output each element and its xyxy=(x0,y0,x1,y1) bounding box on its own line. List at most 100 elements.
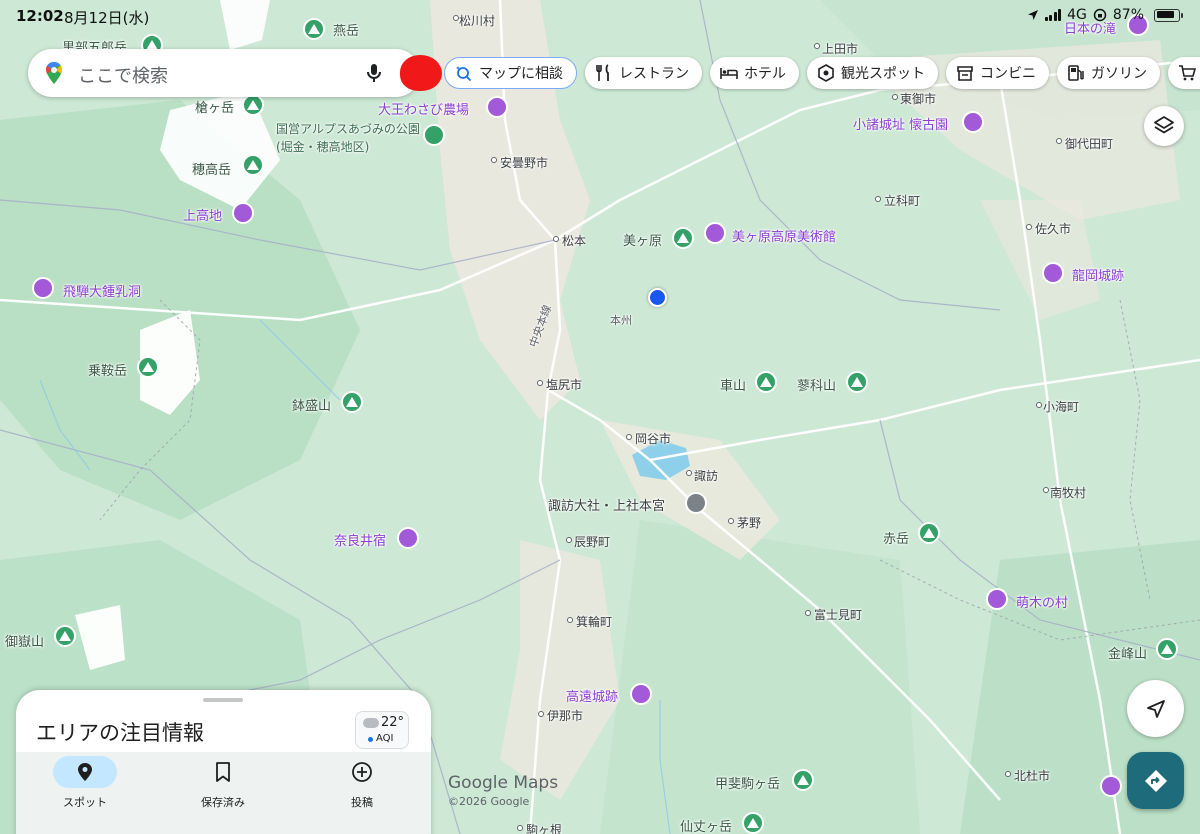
map-label-mountain[interactable]: 美ヶ原 xyxy=(623,230,662,249)
chip-convenience-store[interactable]: コンビニ xyxy=(946,57,1049,89)
mountain-marker-icon[interactable] xyxy=(242,94,264,116)
poi-marker-icon[interactable] xyxy=(232,202,254,224)
map-label-shrine[interactable]: 諏訪大社・上社本宮 xyxy=(548,495,665,514)
map-label-mountain[interactable]: 赤岳 xyxy=(883,528,909,547)
aqi-dot-icon xyxy=(368,737,373,742)
park-marker-icon[interactable] xyxy=(423,124,445,146)
battery-icon xyxy=(1154,8,1183,22)
poi-marker-icon[interactable] xyxy=(397,527,419,549)
poi-marker-icon[interactable] xyxy=(630,683,652,705)
map-label-park[interactable]: 国営アルプスあづみの公園 (堀金・穂高地区) xyxy=(276,120,426,156)
mountain-marker-icon[interactable] xyxy=(54,625,76,647)
map-label-mountain[interactable]: 金峰山 xyxy=(1108,643,1147,662)
map-label-city[interactable]: 小海町 xyxy=(1043,398,1079,415)
network-type: 4G xyxy=(1067,7,1087,23)
mountain-marker-icon[interactable] xyxy=(742,812,764,834)
map-label-city[interactable]: 東御市 xyxy=(900,90,936,107)
map-label-poi[interactable]: 大王わさび農場 xyxy=(378,99,469,118)
google-maps-logo: Google Maps xyxy=(448,773,559,793)
poi-marker-icon[interactable] xyxy=(986,588,1008,610)
map-label-city[interactable]: 諏訪 xyxy=(694,467,718,484)
map-label-mountain[interactable]: 槍ヶ岳 xyxy=(195,97,234,116)
search-input[interactable]: ここで検索 xyxy=(78,62,168,88)
map-label-city[interactable]: 富士見町 xyxy=(814,606,862,623)
map-label-poi[interactable]: 小諸城址 懐古園 xyxy=(853,114,948,133)
weather-chip[interactable]: 22° AQI xyxy=(355,711,409,749)
map-label-poi[interactable]: 龍岡城跡 xyxy=(1072,265,1124,284)
mountain-marker-icon[interactable] xyxy=(1156,638,1178,660)
map-label-mountain[interactable]: 穂高岳 xyxy=(192,159,231,178)
poi-marker-icon[interactable] xyxy=(32,277,54,299)
map-label-poi[interactable]: 奈良井宿 xyxy=(334,530,386,549)
microphone-icon[interactable] xyxy=(362,61,386,85)
mountain-marker-icon[interactable] xyxy=(672,227,694,249)
nav-spots[interactable]: スポット xyxy=(25,756,145,810)
chip-groceries[interactable]: 食 xyxy=(1168,57,1200,89)
sparkle-search-icon xyxy=(456,66,472,82)
chip-hotel[interactable]: ホテル xyxy=(710,57,799,89)
map-label-city[interactable]: 塩尻市 xyxy=(546,376,582,393)
mountain-marker-icon[interactable] xyxy=(792,769,814,791)
map-label-mountain[interactable]: 蓼科山 xyxy=(797,375,836,394)
map-label-city[interactable]: 辰野町 xyxy=(574,533,610,550)
map-label-city[interactable]: 岡谷市 xyxy=(635,430,671,447)
chip-gas[interactable]: ガソリン xyxy=(1057,57,1160,89)
chip-label: ホテル xyxy=(744,66,786,82)
drag-handle[interactable] xyxy=(203,698,243,702)
poi-marker-icon[interactable] xyxy=(1100,775,1122,797)
mountain-marker-icon[interactable] xyxy=(341,391,363,413)
map-label-city[interactable]: 駒ヶ根 xyxy=(526,821,562,834)
mountain-marker-icon[interactable] xyxy=(242,154,264,176)
map-label-mountain[interactable]: 鉢盛山 xyxy=(292,395,331,414)
gas-pump-icon xyxy=(1068,65,1084,81)
shrine-marker-icon[interactable] xyxy=(685,492,707,514)
map-label-poi[interactable]: 萌木の村 xyxy=(1016,592,1068,611)
bottom-nav: スポット 保存済み 投稿 xyxy=(16,752,431,834)
map-label-city[interactable]: 安曇野市 xyxy=(500,154,548,171)
explore-panel[interactable]: エリアの注目情報 22° AQI スポット 保存済み 投稿 xyxy=(16,690,431,834)
chip-sightseeing[interactable]: 観光スポット xyxy=(807,57,938,89)
location-arrow-icon xyxy=(1027,10,1038,20)
museum-marker-icon[interactable] xyxy=(704,222,726,244)
map-label-city[interactable]: 南牧村 xyxy=(1050,484,1086,501)
map-label-poi[interactable]: 美ヶ原高原美術館 xyxy=(732,226,836,245)
city-dot-icon xyxy=(538,711,544,717)
map-label-city[interactable]: 立科町 xyxy=(884,192,920,209)
map-label-city[interactable]: 上田市 xyxy=(822,40,858,57)
map-label-poi[interactable]: 上高地 xyxy=(183,205,222,224)
map-label-poi[interactable]: 高遠城跡 xyxy=(566,686,618,705)
map-label-mountain[interactable]: 甲斐駒ヶ岳 xyxy=(715,773,780,792)
mountain-marker-icon[interactable] xyxy=(846,371,868,393)
nav-saved[interactable]: 保存済み xyxy=(163,756,283,810)
mountain-marker-icon[interactable] xyxy=(755,371,777,393)
layers-button[interactable] xyxy=(1144,106,1184,146)
directions-button[interactable] xyxy=(1127,752,1184,809)
map-label-poi[interactable]: 飛騨大鍾乳洞 xyxy=(63,281,141,300)
chip-restaurant[interactable]: レストラン xyxy=(585,57,702,89)
map-label-city[interactable]: 箕輪町 xyxy=(576,613,612,630)
avatar[interactable] xyxy=(400,55,442,91)
poi-marker-icon[interactable] xyxy=(962,111,984,133)
poi-marker-icon[interactable] xyxy=(1042,262,1064,284)
map-label-city[interactable]: 佐久市 xyxy=(1035,220,1071,237)
map-label-city[interactable]: 御代田町 xyxy=(1065,135,1113,152)
nav-contribute[interactable]: 投稿 xyxy=(302,756,422,810)
map-label-city[interactable]: 茅野 xyxy=(737,514,761,531)
store-icon xyxy=(957,66,973,81)
map-label-mountain[interactable]: 仙丈ヶ岳 xyxy=(680,816,732,834)
map-label-mountain[interactable]: 乗鞍岳 xyxy=(88,360,127,379)
poi-marker-icon[interactable] xyxy=(486,96,508,118)
search-bar[interactable]: ここで検索 xyxy=(28,49,442,97)
map-label-city[interactable]: 伊那市 xyxy=(547,707,583,724)
map-label-city[interactable]: 北杜市 xyxy=(1014,767,1050,784)
my-location-button[interactable] xyxy=(1127,680,1184,737)
plus-circle-icon xyxy=(352,762,372,782)
chip-ask-maps[interactable]: マップに相談 xyxy=(444,57,577,89)
map-label-city[interactable]: 松本 xyxy=(562,232,586,249)
city-dot-icon xyxy=(814,43,820,49)
map-label-mountain[interactable]: 御嶽山 xyxy=(5,631,44,650)
map-label-mountain[interactable]: 車山 xyxy=(720,375,746,394)
mountain-marker-icon[interactable] xyxy=(137,356,159,378)
mountain-marker-icon[interactable] xyxy=(918,522,940,544)
my-location-dot[interactable] xyxy=(648,288,667,307)
